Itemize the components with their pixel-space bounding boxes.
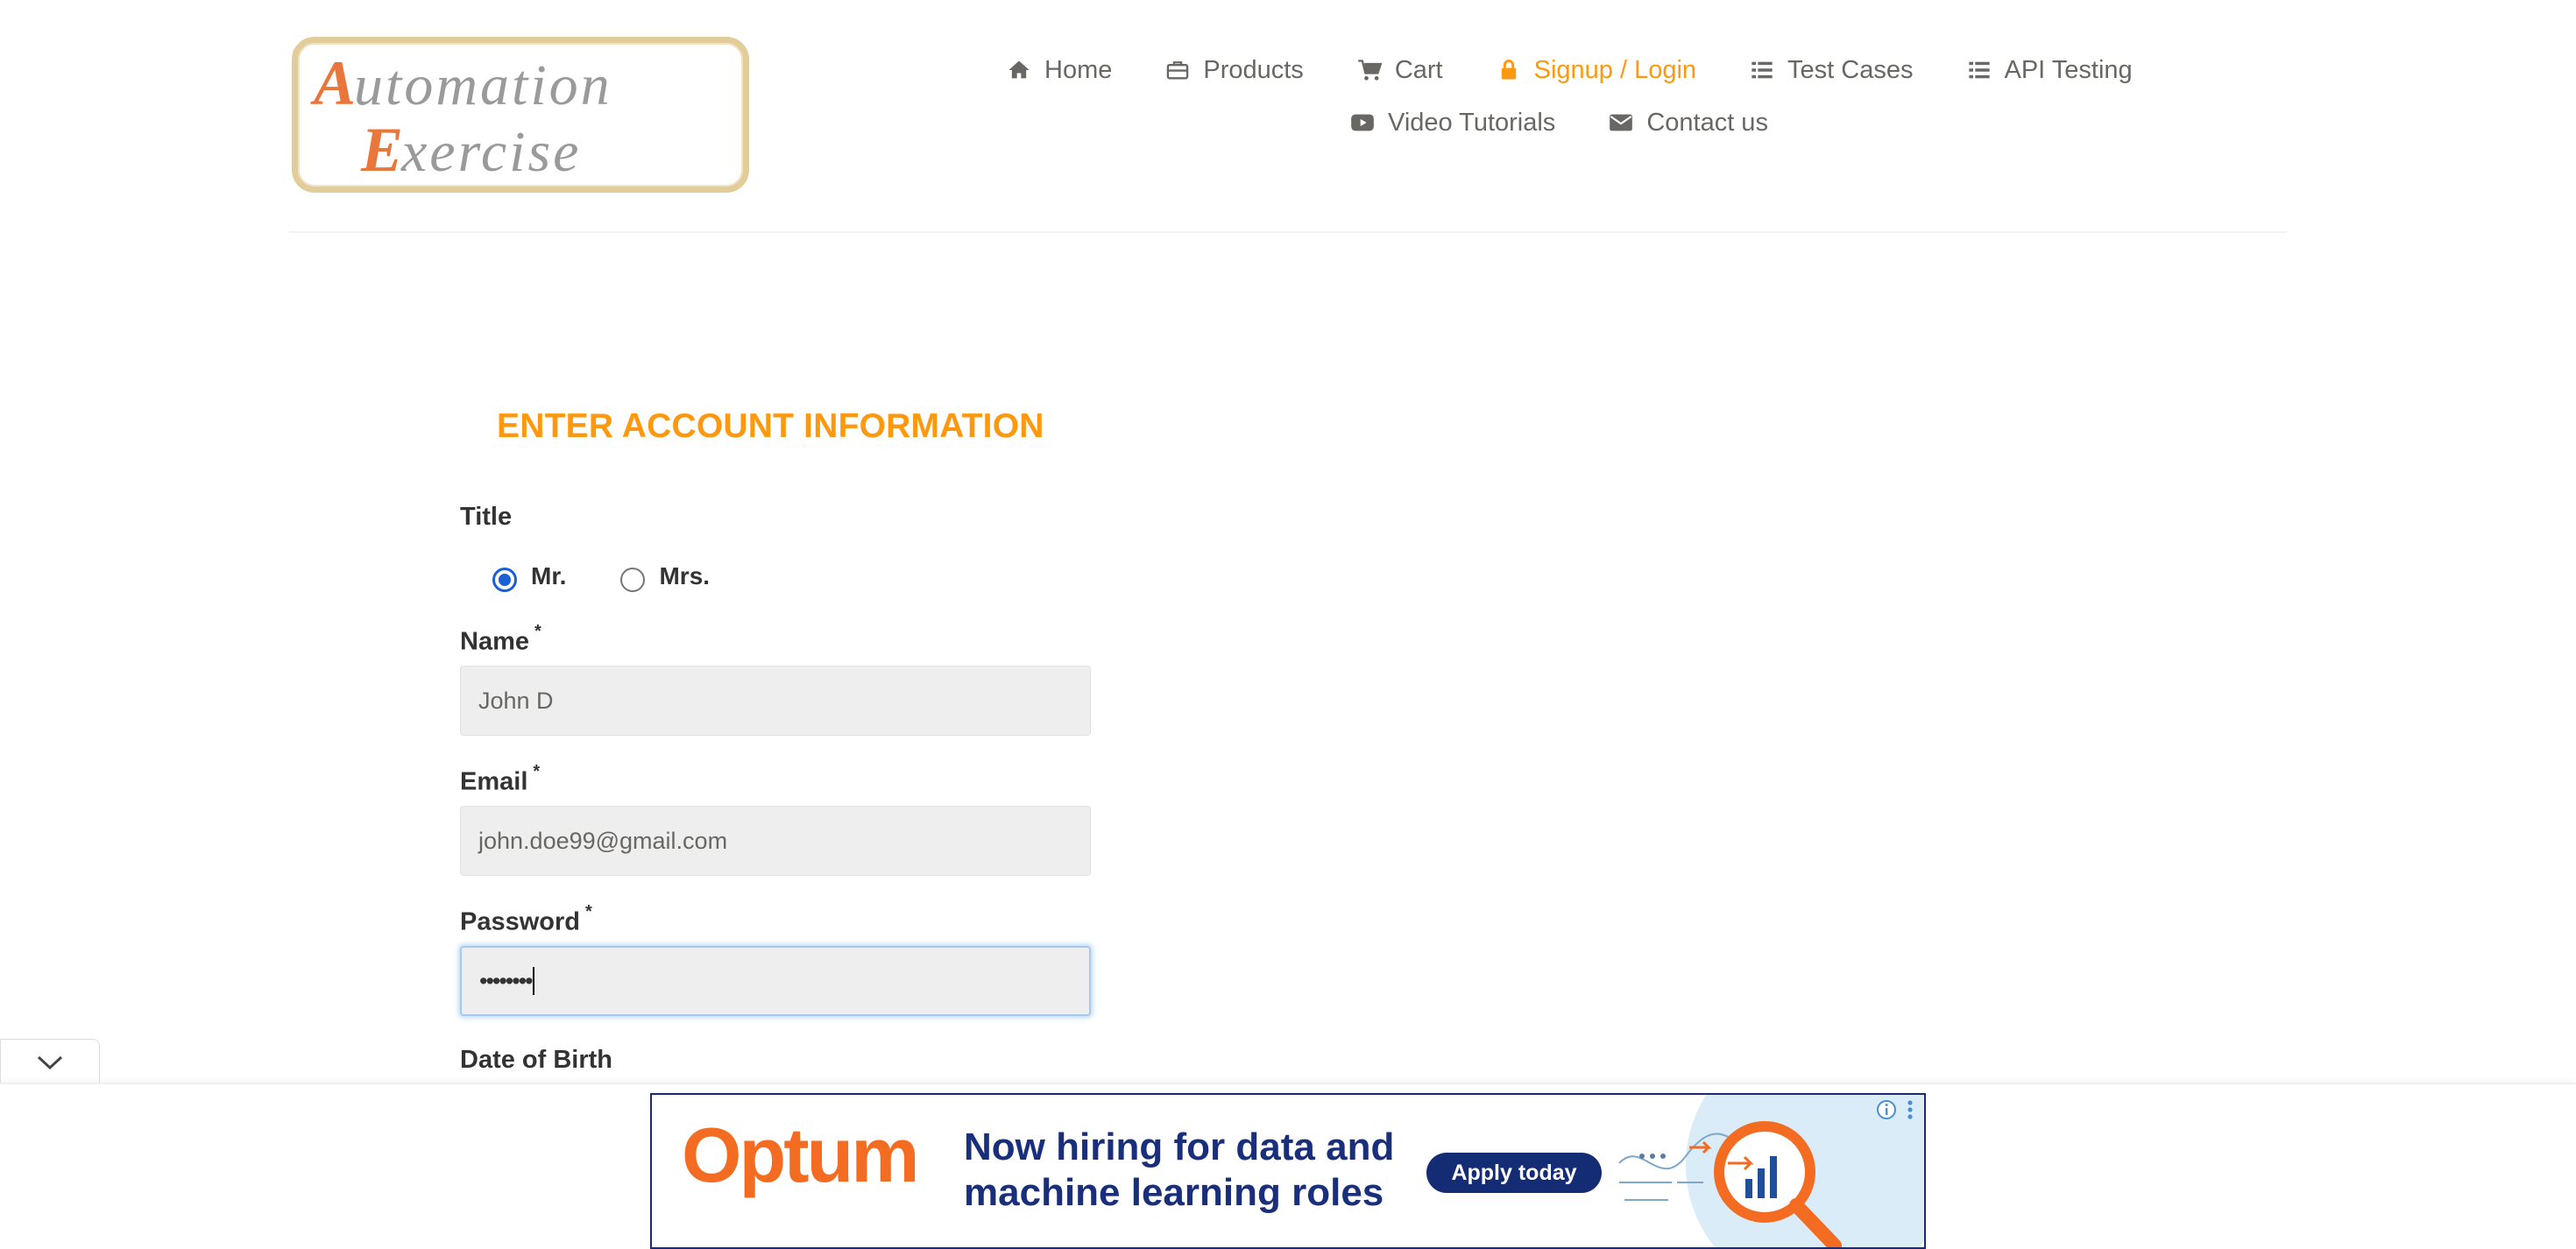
cart-icon xyxy=(1356,57,1383,83)
svg-text:utomation: utomation xyxy=(354,53,612,117)
name-label-text: Name xyxy=(460,627,529,656)
name-label: Name * xyxy=(460,622,541,657)
page: A utomation E xercise Home Products Cart xyxy=(0,0,2576,1249)
nav-video-tutorials-label: Video Tutorials xyxy=(1388,108,1556,137)
lock-icon xyxy=(1496,57,1522,83)
ad-info-icon[interactable] xyxy=(1875,1098,1898,1121)
nav-video-tutorials[interactable]: Video Tutorials xyxy=(1349,109,1555,138)
text-caret xyxy=(532,967,534,995)
password-input[interactable]: •••••••• xyxy=(460,946,1091,1016)
name-input-value: John D xyxy=(478,687,554,714)
ad-creative[interactable]: Optum Now hiring for data and machine le… xyxy=(650,1093,1926,1249)
name-input[interactable]: John D xyxy=(460,666,1091,736)
title-radio-group: Mr. Mrs. xyxy=(492,561,764,592)
nav-test-cases-label: Test Cases xyxy=(1787,55,1914,84)
title-option-mrs[interactable]: Mrs. xyxy=(620,561,710,592)
nav-products[interactable]: Products xyxy=(1164,55,1304,85)
youtube-play-icon xyxy=(1349,109,1376,136)
ad-apply-button[interactable]: Apply today xyxy=(1426,1153,1602,1193)
nav-cart-label: Cart xyxy=(1394,55,1443,84)
radio-mr-label: Mr. xyxy=(531,562,567,589)
nav-home-label: Home xyxy=(1044,55,1113,84)
chevron-down-icon xyxy=(37,1055,63,1069)
required-marker: * xyxy=(534,622,541,641)
header-divider xyxy=(289,231,2287,233)
nav-contact-us-label: Contact us xyxy=(1646,108,1768,137)
logo-graphic: A utomation E xercise xyxy=(310,48,612,185)
password-label: Password * xyxy=(460,902,592,937)
form-heading: ENTER ACCOUNT INFORMATION xyxy=(497,407,1044,445)
list-icon xyxy=(1966,57,1992,83)
title-label: Title xyxy=(460,503,513,531)
svg-text:E: E xyxy=(360,115,403,185)
email-input[interactable]: john.doe99@gmail.com xyxy=(460,806,1091,876)
radio-mrs[interactable] xyxy=(620,568,646,592)
required-marker: * xyxy=(585,902,592,921)
password-input-value: •••••••• xyxy=(479,967,534,994)
envelope-icon xyxy=(1608,109,1634,136)
nav-cart[interactable]: Cart xyxy=(1356,56,1443,85)
password-label-text: Password xyxy=(460,907,580,936)
nav-products-label: Products xyxy=(1203,55,1304,84)
svg-text:A: A xyxy=(310,48,356,118)
main-nav-row-2: Video Tutorials Contact us xyxy=(1349,105,1768,140)
nav-signup-login[interactable]: Signup / Login xyxy=(1496,56,1696,85)
nav-contact-us[interactable]: Contact us xyxy=(1608,109,1768,138)
main-nav-row-1: Home Products Cart Signup / Login Test C… xyxy=(1006,53,2133,88)
radio-mrs-label: Mrs. xyxy=(659,562,711,589)
nav-home[interactable]: Home xyxy=(1006,56,1112,85)
nav-signup-login-label: Signup / Login xyxy=(1533,55,1697,84)
radio-mr[interactable] xyxy=(492,568,517,592)
ad-collapse-tab[interactable] xyxy=(0,1039,100,1084)
email-input-value: john.doe99@gmail.com xyxy=(478,827,728,854)
required-marker: * xyxy=(533,762,541,781)
title-option-mr[interactable]: Mr. xyxy=(492,561,566,592)
ad-menu-icon[interactable] xyxy=(1901,1098,1919,1121)
ad-brand-logo: Optum xyxy=(682,1111,920,1198)
briefcase-icon xyxy=(1164,57,1191,83)
email-label: Email * xyxy=(460,762,540,797)
dob-label: Date of Birth xyxy=(460,1046,612,1074)
nav-api-testing[interactable]: API Testing xyxy=(1966,56,2133,85)
email-label-text: Email xyxy=(460,767,528,796)
list-icon xyxy=(1749,57,1775,83)
home-icon xyxy=(1006,57,1032,83)
nav-api-testing-label: API Testing xyxy=(2004,55,2133,84)
nav-test-cases[interactable]: Test Cases xyxy=(1749,55,1914,85)
svg-text:xercise: xercise xyxy=(400,120,581,184)
site-logo[interactable]: A utomation E xercise xyxy=(292,37,749,193)
ad-headline: Now hiring for data and machine learning… xyxy=(964,1126,1395,1214)
